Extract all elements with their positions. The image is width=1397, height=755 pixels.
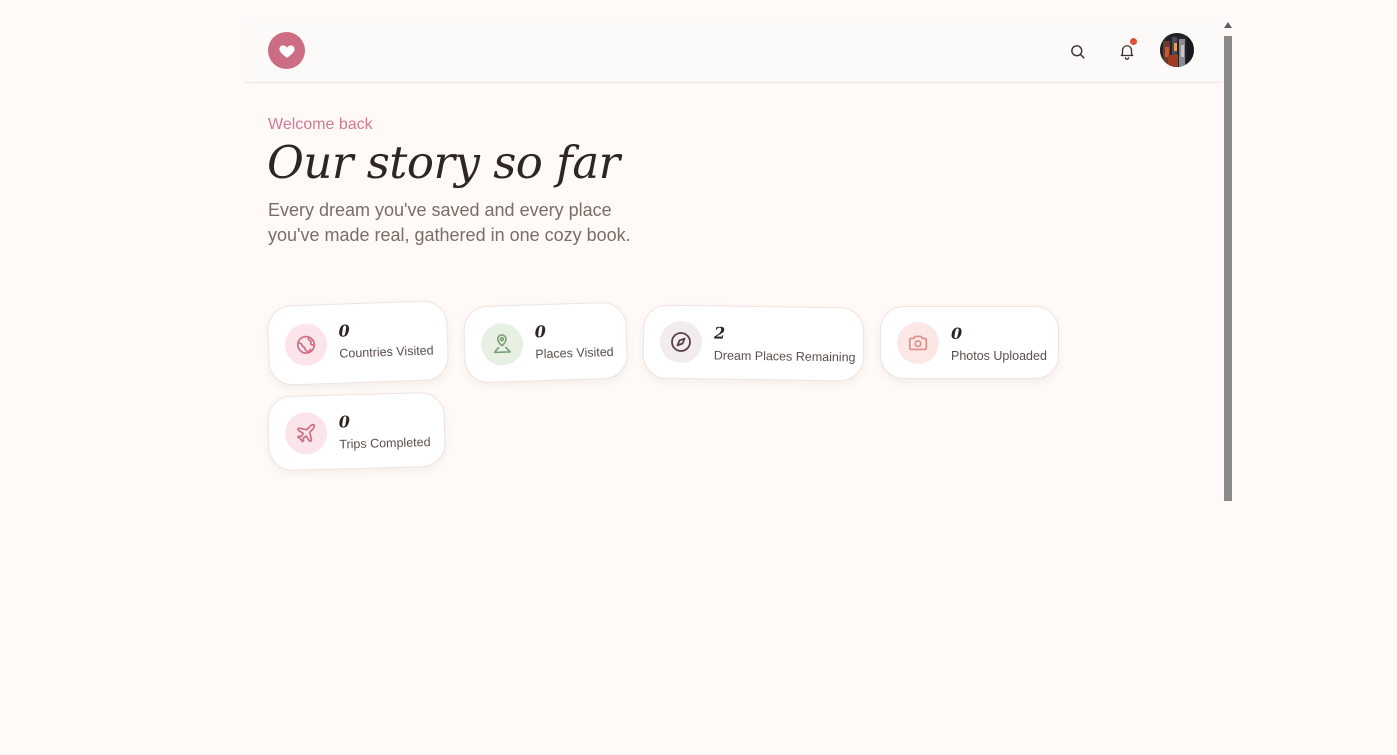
scroll-thumb[interactable]	[1224, 36, 1232, 501]
stat-card-places[interactable]: 0 Places Visited	[462, 301, 629, 384]
map-pin-icon	[493, 333, 511, 353]
stat-value: 0	[951, 324, 963, 343]
compass-icon	[671, 332, 691, 352]
top-header	[245, 20, 1222, 83]
stat-value: 0	[338, 412, 351, 432]
avatar-image	[1160, 33, 1194, 67]
stat-icon-wrap	[897, 321, 939, 364]
stat-label: Places Visited	[535, 344, 614, 362]
stat-label: Countries Visited	[339, 343, 434, 361]
stat-value: 0	[534, 321, 547, 342]
stat-icon-wrap	[480, 322, 524, 366]
app-window: Welcome back Our story so far Every drea…	[245, 20, 1222, 501]
welcome-text: Welcome back	[268, 116, 373, 133]
search-icon	[1070, 44, 1085, 59]
stat-card-photos[interactable]: 0 Photos Uploaded	[880, 306, 1059, 379]
user-avatar[interactable]	[1160, 33, 1194, 67]
stat-value: 2	[714, 323, 726, 343]
stat-icon-wrap	[284, 411, 328, 455]
stat-card-dream-places[interactable]: 2 Dream Places Remaining	[642, 304, 865, 382]
vertical-scrollbar[interactable]	[1222, 20, 1233, 501]
globe-icon	[296, 335, 316, 354]
heart-icon	[278, 44, 295, 58]
page-subtitle: Every dream you've saved and every place…	[268, 200, 631, 245]
page-title: Our story so far	[267, 136, 620, 189]
stat-label: Dream Places Remaining	[713, 348, 856, 365]
logo-button[interactable]	[268, 32, 305, 69]
stat-label: Photos Uploaded	[951, 349, 1047, 363]
stat-card-countries[interactable]: 0 Countries Visited	[266, 299, 450, 387]
stat-icon-wrap	[659, 320, 703, 364]
camera-icon	[908, 335, 928, 350]
notification-dot	[1130, 38, 1137, 45]
stat-value: 0	[338, 321, 351, 341]
stat-label: Trips Completed	[339, 435, 431, 452]
stat-icon-wrap	[284, 323, 328, 367]
stat-card-trips[interactable]: 0 Trips Completed	[267, 391, 446, 472]
search-button[interactable]	[1063, 37, 1091, 65]
plane-icon	[297, 423, 316, 442]
notifications-button[interactable]	[1113, 37, 1141, 65]
scroll-up-arrow[interactable]	[1224, 22, 1232, 28]
